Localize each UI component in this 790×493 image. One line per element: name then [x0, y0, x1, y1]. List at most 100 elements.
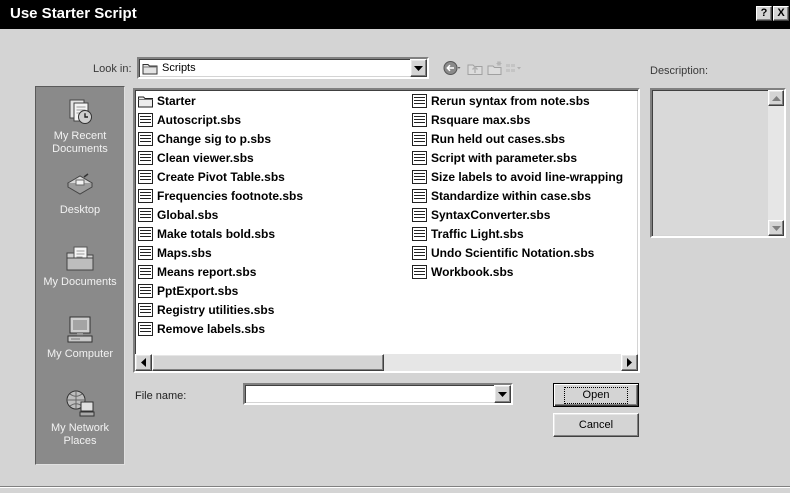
file-list-item[interactable]: Rerun syntax from note.sbs	[412, 91, 638, 110]
open-button[interactable]: Open	[553, 383, 639, 407]
file-list-item[interactable]: Undo Scientific Notation.sbs	[412, 243, 638, 262]
place-desktop[interactable]: Desktop	[36, 171, 124, 217]
scroll-right-button[interactable]	[621, 354, 638, 371]
window-title: Use Starter Script	[10, 5, 137, 22]
script-file-icon	[412, 93, 427, 108]
file-list-item[interactable]: Global.sbs	[138, 205, 412, 224]
script-file-icon	[138, 112, 153, 127]
file-list-item[interactable]: Autoscript.sbs	[138, 110, 412, 129]
cancel-button[interactable]: Cancel	[553, 413, 639, 437]
place-label: Desktop	[59, 204, 101, 216]
place-my-documents[interactable]: My Documents	[36, 243, 124, 289]
file-name-text: Create Pivot Table.sbs	[157, 169, 285, 184]
file-name-text: Standardize within case.sbs	[431, 188, 592, 203]
recent-documents-icon	[64, 97, 96, 127]
file-name-text: Clean viewer.sbs	[157, 150, 254, 165]
arrow-down-icon	[771, 225, 781, 231]
file-list-item[interactable]: Run held out cases.sbs	[412, 129, 638, 148]
file-name-text: Change sig to p.sbs	[157, 131, 272, 146]
script-file-icon	[412, 226, 427, 241]
folder-item[interactable]: Starter	[138, 91, 412, 110]
script-file-icon	[412, 245, 427, 260]
file-name-text: Global.sbs	[157, 207, 219, 222]
file-name-input[interactable]	[247, 386, 487, 402]
cancel-button-label: Cancel	[578, 419, 614, 431]
file-list-item[interactable]: Change sig to p.sbs	[138, 129, 412, 148]
up-one-level-icon[interactable]	[466, 60, 484, 76]
file-list-item[interactable]: Clean viewer.sbs	[138, 148, 412, 167]
script-file-icon	[138, 321, 153, 336]
script-file-icon	[138, 169, 153, 184]
file-name-text: Undo Scientific Notation.sbs	[431, 245, 595, 260]
look-in-dropdown-button[interactable]	[410, 59, 427, 77]
description-scrollbar[interactable]	[768, 90, 784, 236]
horizontal-scrollbar[interactable]	[135, 354, 638, 371]
file-name-text: Script with parameter.sbs	[431, 150, 578, 165]
file-name-dropdown-button[interactable]	[494, 385, 511, 403]
file-list-item[interactable]: Standardize within case.sbs	[412, 186, 638, 205]
file-name-text: Registry utilities.sbs	[157, 302, 275, 317]
description-label: Description:	[650, 65, 709, 77]
file-list-items: Starter Autoscript.sbs Change sig to p.sbs…	[138, 91, 638, 338]
file-name-text: Make totals bold.sbs	[157, 226, 276, 241]
file-name-text: Frequencies footnote.sbs	[157, 188, 304, 203]
script-file-icon	[412, 150, 427, 165]
my-documents-icon	[64, 243, 96, 273]
new-folder-icon[interactable]	[486, 60, 504, 76]
file-name-text: Run held out cases.sbs	[431, 131, 566, 146]
file-list-item[interactable]: Frequencies footnote.sbs	[138, 186, 412, 205]
title-bar[interactable]: Use Starter Script ? X	[0, 0, 790, 29]
file-name-text: Rsquare max.sbs	[431, 112, 531, 127]
look-in-combo[interactable]: Scripts	[137, 57, 429, 79]
file-list-item[interactable]: Rsquare max.sbs	[412, 110, 638, 129]
file-list-item[interactable]: Registry utilities.sbs	[138, 300, 412, 319]
arrow-up-icon	[771, 95, 781, 101]
look-in-value: Scripts	[162, 62, 196, 74]
view-menu-icon[interactable]	[504, 60, 522, 76]
file-name-text: Means report.sbs	[157, 264, 257, 279]
my-computer-icon	[64, 315, 96, 345]
file-name-text: Autoscript.sbs	[157, 112, 242, 127]
file-list-item[interactable]: Means report.sbs	[138, 262, 412, 281]
close-button[interactable]: X	[773, 6, 789, 21]
script-file-icon	[138, 302, 153, 317]
place-label: My Computer	[46, 348, 114, 360]
script-file-icon	[138, 283, 153, 298]
file-list-item[interactable]: SyntaxConverter.sbs	[412, 205, 638, 224]
file-list-item[interactable]: Traffic Light.sbs	[412, 224, 638, 243]
scroll-up-button[interactable]	[768, 90, 784, 106]
script-file-icon	[138, 207, 153, 222]
file-name-text: Size labels to avoid line-wrapping	[431, 169, 624, 184]
script-file-icon	[138, 188, 153, 203]
file-list-item[interactable]: Create Pivot Table.sbs	[138, 167, 412, 186]
place-my-recent-documents[interactable]: My Recent Documents	[36, 97, 124, 156]
script-file-icon	[412, 169, 427, 184]
place-my-computer[interactable]: My Computer	[36, 315, 124, 361]
script-file-icon	[138, 150, 153, 165]
file-list-item[interactable]: Size labels to avoid line-wrapping	[412, 167, 638, 186]
description-box	[650, 88, 786, 238]
file-list-item[interactable]: Remove labels.sbs	[138, 319, 412, 338]
file-name-text: Rerun syntax from note.sbs	[431, 93, 590, 108]
file-name-combo[interactable]	[243, 383, 513, 405]
place-label: My Network Places	[50, 422, 110, 447]
file-name-text: Starter	[157, 93, 196, 108]
file-list-item[interactable]: Make totals bold.sbs	[138, 224, 412, 243]
scroll-down-button[interactable]	[768, 220, 784, 236]
scroll-thumb[interactable]	[152, 354, 384, 371]
folder-icon	[138, 94, 153, 108]
place-my-network-places[interactable]: My Network Places	[36, 389, 124, 448]
file-name-text: SyntaxConverter.sbs	[431, 207, 551, 222]
file-name-label: File name:	[135, 390, 187, 402]
help-button[interactable]: ?	[756, 6, 772, 21]
file-list-item[interactable]: PptExport.sbs	[138, 281, 412, 300]
script-file-icon	[138, 131, 153, 146]
file-list-item[interactable]: Maps.sbs	[138, 243, 412, 262]
script-file-icon	[412, 112, 427, 127]
file-list-item[interactable]: Script with parameter.sbs	[412, 148, 638, 167]
file-list-item[interactable]: Workbook.sbs	[412, 262, 638, 281]
file-list[interactable]: Starter Autoscript.sbs Change sig to p.sbs…	[133, 88, 640, 373]
look-in-label: Look in:	[93, 63, 132, 75]
scroll-left-button[interactable]	[135, 354, 152, 371]
back-icon[interactable]	[443, 60, 461, 76]
